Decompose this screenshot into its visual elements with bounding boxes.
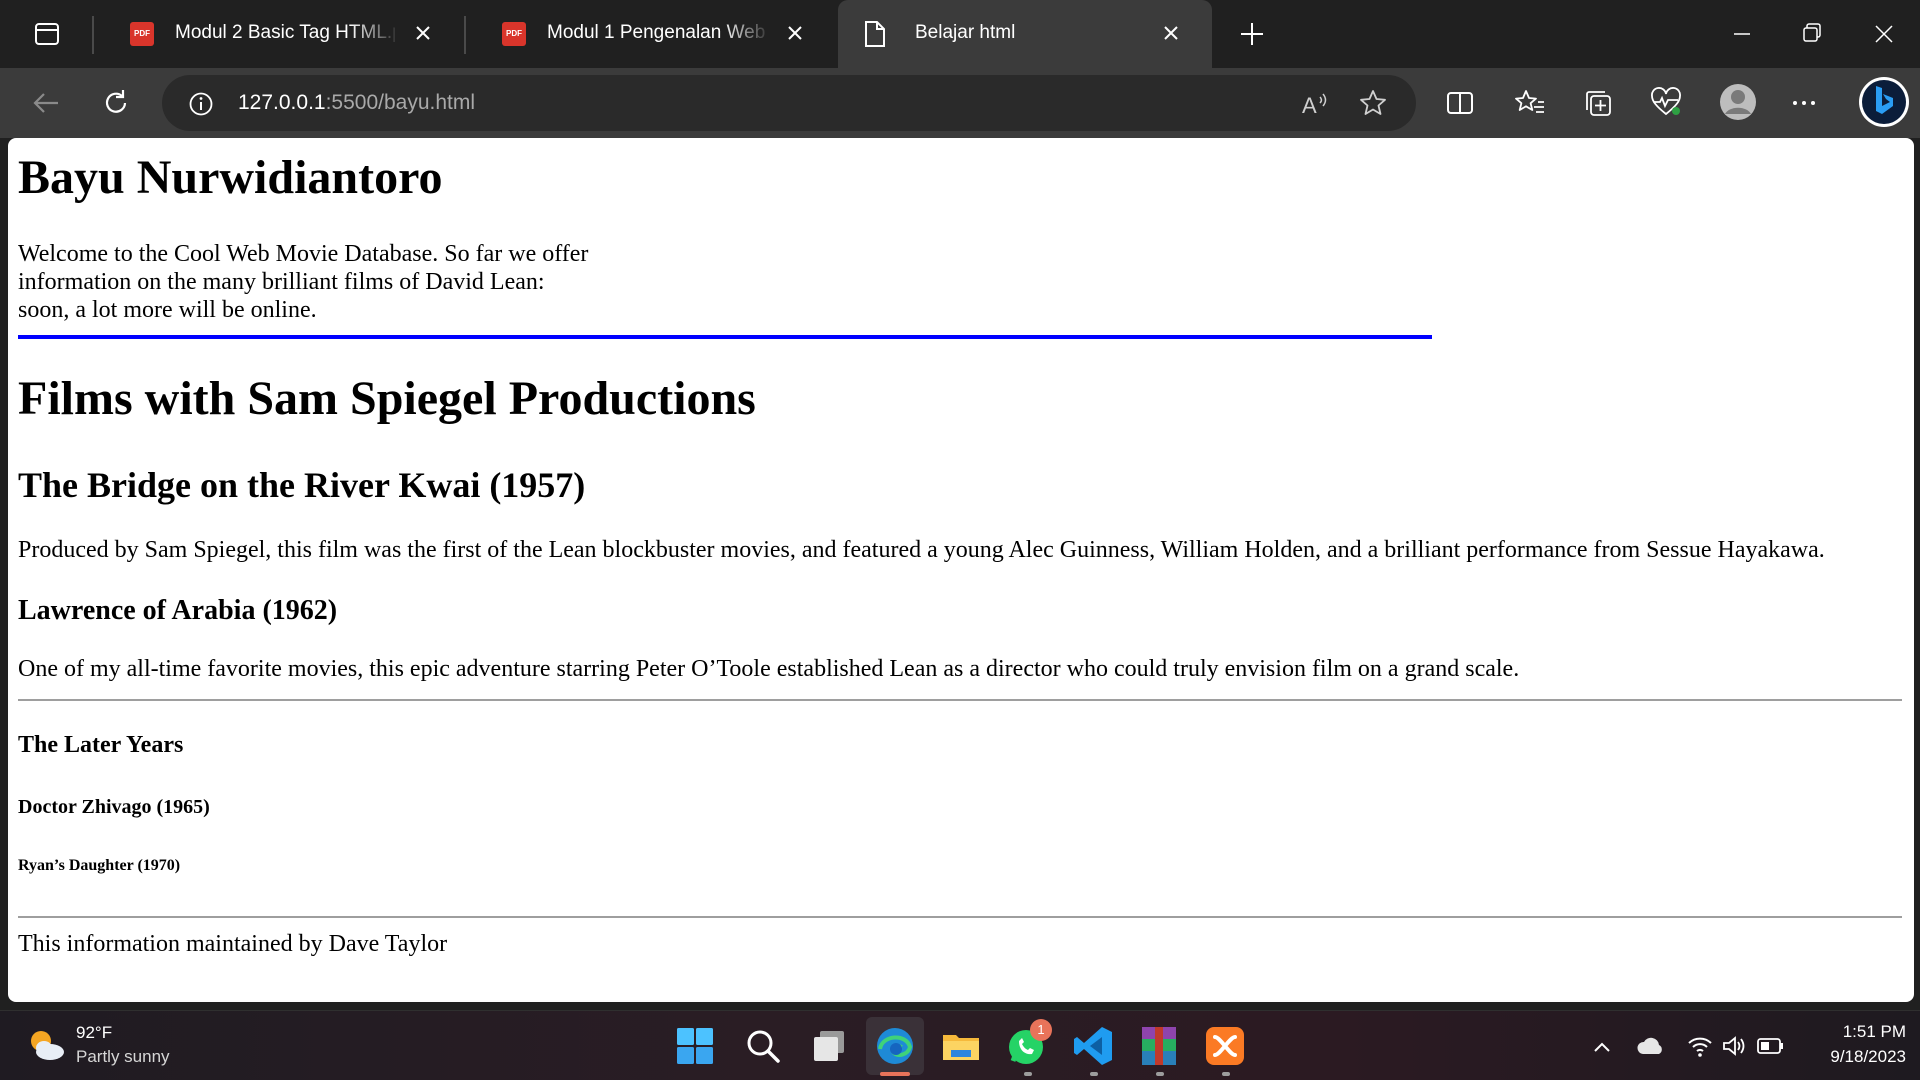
- edge-running-indicator: [880, 1072, 910, 1076]
- weather-widget[interactable]: 92°F Partly sunny: [20, 1019, 200, 1073]
- intro-paragraph: Welcome to the Cool Web Movie Database. …: [18, 241, 589, 323]
- weather-description: Partly sunny: [76, 1047, 170, 1066]
- tab-actions-icon[interactable]: [34, 22, 60, 46]
- file-explorer-icon[interactable]: [938, 1023, 984, 1069]
- film-heading-kwai: The Bridge on the River Kwai (1957): [18, 465, 586, 505]
- weather-temperature: 92°F: [76, 1023, 113, 1042]
- film-description-lawrence: One of my all-time favorite movies, this…: [18, 656, 1520, 682]
- browser-toolbar: 127.0.0.1:5500/bayu.html A: [0, 68, 1920, 138]
- back-arrow-icon[interactable]: [28, 85, 64, 121]
- tab-belajar-html[interactable]: Belajar html: [838, 0, 1212, 68]
- copilot-bing-icon[interactable]: [1856, 74, 1912, 130]
- page-icon: [865, 21, 885, 47]
- winrar-running-indicator: [1156, 1072, 1164, 1076]
- pdf-icon: PDF: [502, 22, 526, 46]
- horizontal-rule: [18, 916, 1902, 918]
- close-icon[interactable]: [410, 20, 436, 46]
- profile-avatar-icon[interactable]: [1718, 82, 1758, 122]
- horizontal-rule: [18, 699, 1902, 701]
- site-info-icon[interactable]: [188, 91, 214, 117]
- new-tab-icon[interactable]: [1238, 20, 1266, 48]
- section-heading: Films with Sam Spiegel Productions: [18, 372, 756, 425]
- film-heading-ryans-daughter: Ryan’s Daughter (1970): [18, 857, 181, 874]
- close-icon[interactable]: [782, 20, 808, 46]
- clock-time: 1:51 PM: [1842, 1022, 1906, 1041]
- clock-area[interactable]: 1:51 PM 9/18/2023: [1800, 1019, 1910, 1073]
- browser-essentials-icon[interactable]: [1648, 85, 1684, 121]
- tab-separator: [464, 16, 466, 54]
- url-host: 127.0.0.1: [238, 91, 326, 114]
- collections-icon[interactable]: [1580, 85, 1616, 121]
- split-screen-icon[interactable]: [1442, 85, 1478, 121]
- pdf-icon: PDF: [130, 22, 154, 46]
- xampp-icon[interactable]: [1202, 1023, 1248, 1069]
- vscode-running-indicator: [1090, 1072, 1098, 1076]
- page-title: Bayu Nurwidiantoro: [18, 151, 443, 204]
- tab-modul-1[interactable]: PDF Modul 1 Pengenalan Web.pdf: [472, 0, 836, 68]
- web-page-viewport: Bayu Nurwidiantoro Welcome to the Cool W…: [8, 138, 1914, 1002]
- window-close-icon[interactable]: [1870, 20, 1898, 48]
- favorites-icon[interactable]: [1512, 85, 1548, 121]
- wifi-icon[interactable]: [1686, 1033, 1714, 1059]
- vscode-icon[interactable]: [1070, 1023, 1116, 1069]
- url-path: :5500/bayu.html: [325, 91, 476, 114]
- svg-text:A: A: [1302, 93, 1317, 118]
- read-aloud-icon[interactable]: A: [1300, 89, 1330, 119]
- edge-browser-icon[interactable]: [872, 1023, 918, 1069]
- start-windows-icon[interactable]: [672, 1023, 718, 1069]
- tab-modul-2[interactable]: PDF Modul 2 Basic Tag HTML.pdf: [100, 0, 464, 68]
- windows-taskbar: 92°F Partly sunny 1 1:51 PM 9/18/2023: [0, 1010, 1920, 1080]
- film-heading-zhivago: Doctor Zhivago (1965): [18, 796, 210, 818]
- favorite-star-icon[interactable]: [1358, 88, 1388, 118]
- later-years-heading: The Later Years: [18, 732, 184, 758]
- refresh-icon[interactable]: [98, 85, 134, 121]
- close-icon[interactable]: [1158, 20, 1184, 46]
- search-icon[interactable]: [740, 1023, 786, 1069]
- xampp-running-indicator: [1222, 1072, 1230, 1076]
- partly-sunny-icon: [31, 1031, 64, 1060]
- winrar-icon[interactable]: [1136, 1023, 1182, 1069]
- blue-horizontal-rule: [18, 335, 1432, 339]
- task-view-icon[interactable]: [806, 1023, 852, 1069]
- show-hidden-icons-chevron-up-icon[interactable]: [1590, 1035, 1614, 1059]
- whatsapp-running-indicator: [1024, 1072, 1032, 1076]
- minimize-icon[interactable]: [1728, 20, 1756, 48]
- footer-text: This information maintained by Dave Tayl…: [18, 931, 448, 957]
- volume-icon[interactable]: [1720, 1033, 1748, 1059]
- more-options-icon[interactable]: [1786, 85, 1822, 121]
- clock-date: 9/18/2023: [1830, 1047, 1906, 1066]
- address-bar[interactable]: 127.0.0.1:5500/bayu.html A: [162, 75, 1416, 131]
- battery-icon[interactable]: [1756, 1035, 1786, 1057]
- whatsapp-notification-badge: 1: [1030, 1019, 1052, 1041]
- tab-separator: [92, 16, 94, 54]
- restore-icon[interactable]: [1798, 20, 1826, 48]
- tab-label: Belajar html: [915, 22, 1016, 43]
- url-text[interactable]: 127.0.0.1:5500/bayu.html: [238, 91, 475, 115]
- film-heading-lawrence: Lawrence of Arabia (1962): [18, 595, 338, 626]
- film-description-kwai: Produced by Sam Spiegel, this film was t…: [18, 537, 1825, 563]
- onedrive-cloud-icon[interactable]: [1636, 1033, 1666, 1059]
- tab-strip: PDF Modul 2 Basic Tag HTML.pdf PDF Modul…: [0, 0, 1920, 68]
